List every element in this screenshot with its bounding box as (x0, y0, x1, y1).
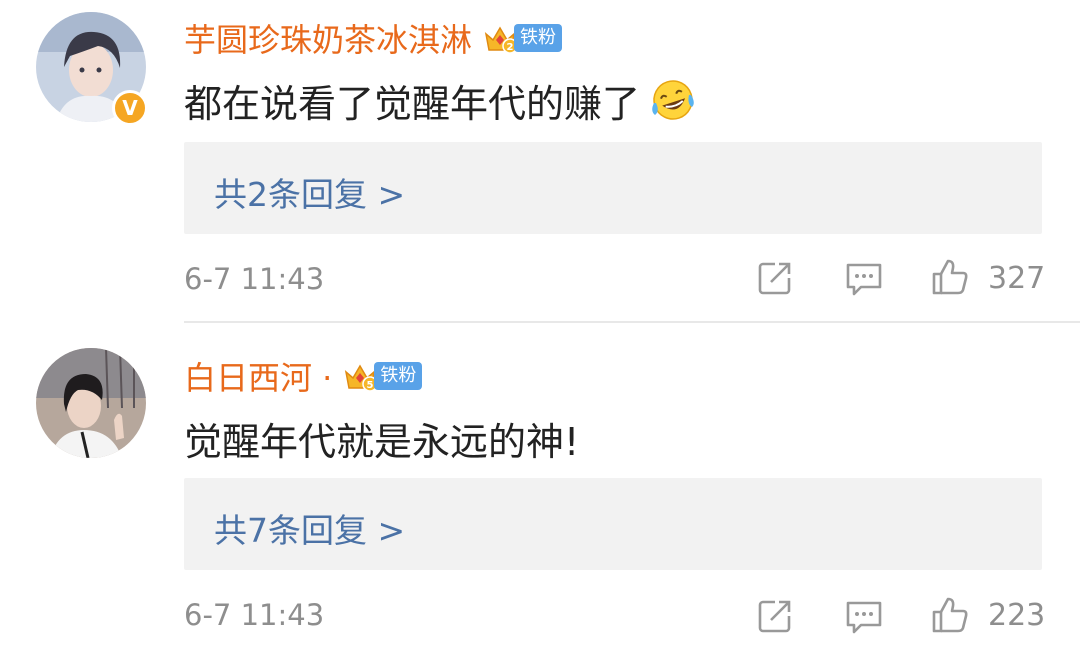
username[interactable]: 白日西河 · (184, 353, 332, 399)
comment-icon[interactable] (844, 596, 884, 636)
crown-badge-icon: 2 (484, 26, 518, 54)
thumbs-up-icon[interactable] (930, 257, 970, 297)
verified-badge-icon: V (112, 90, 148, 126)
timestamp: 6-7 11:43 (184, 598, 325, 632)
divider (184, 321, 1080, 323)
timestamp: 6-7 11:43 (184, 262, 325, 296)
share-icon[interactable] (755, 258, 795, 298)
username[interactable]: 芋圆珍珠奶茶冰淇淋 (184, 15, 472, 61)
fan-badge-label: 铁粉 (374, 362, 423, 390)
comment-item: V 芋圆珍珠奶茶冰淇淋 2 铁粉 都在说看了觉醒年代的赚了 共2条回复 > 6-… (0, 0, 1080, 330)
fan-level: 5 (367, 380, 374, 391)
reply-box[interactable]: 共2条回复 > (184, 142, 1042, 234)
laughing-crying-emoji-icon (652, 80, 694, 120)
comment-text: 觉醒年代就是永远的神! (184, 419, 580, 464)
avatar-image (36, 348, 146, 458)
fan-badge[interactable]: 5 铁粉 (342, 358, 423, 394)
fan-level: 2 (507, 42, 514, 53)
comment-icon[interactable] (844, 258, 884, 298)
avatar[interactable] (36, 348, 146, 458)
thumbs-up-icon[interactable] (930, 595, 970, 635)
view-replies-link[interactable]: 共2条回复 > (214, 168, 405, 216)
fan-badge[interactable]: 2 铁粉 (482, 20, 563, 56)
comment-item: 白日西河 · 5 铁粉 觉醒年代就是永远的神! 共7条回复 > 6-7 11:4… (0, 330, 1080, 660)
share-icon[interactable] (755, 596, 795, 636)
like-count: 327 (988, 261, 1046, 296)
like-count: 223 (988, 598, 1046, 633)
reply-box[interactable]: 共7条回复 > (184, 478, 1042, 570)
comment-text: 都在说看了觉醒年代的赚了 (184, 81, 641, 126)
fan-badge-label: 铁粉 (514, 24, 563, 52)
crown-badge-icon: 5 (345, 364, 379, 392)
view-replies-link[interactable]: 共7条回复 > (214, 504, 405, 552)
